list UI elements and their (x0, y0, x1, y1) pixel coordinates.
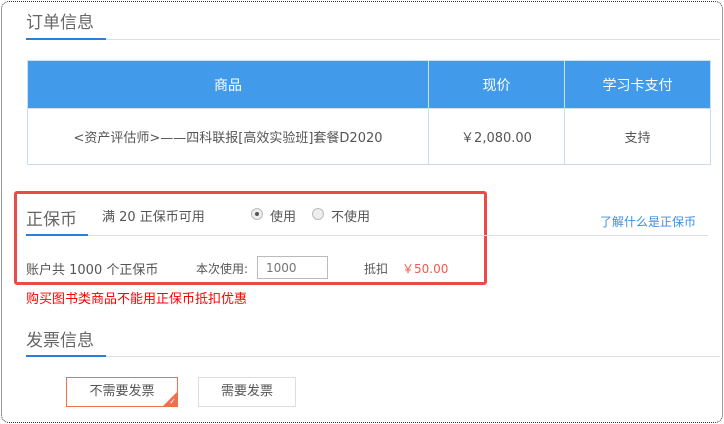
radio-not-use[interactable] (312, 208, 324, 220)
coin-condition: 满 20 正保币可用 (102, 210, 205, 225)
title-underline (26, 38, 106, 40)
radio-use[interactable] (251, 208, 263, 220)
radio-not-use-label[interactable]: 不使用 (331, 206, 370, 225)
product-name: <资产评估师>——四科联报[高效实验班]套餐D2020 (27, 108, 429, 165)
no-invoice-button[interactable]: 不需要发票 ✓ (66, 377, 178, 407)
divider (26, 356, 720, 357)
coin-warning: 购买图书类商品不能用正保币抵扣优惠 (26, 292, 248, 307)
coin-balance: 账户共 1000 个正保币 (26, 263, 159, 278)
title-underline (26, 355, 106, 357)
deduct-label: 抵扣 (364, 262, 389, 276)
order-section-title: 订单信息 (26, 13, 94, 33)
coin-amount-input[interactable] (257, 256, 328, 279)
column-header-price: 现价 (428, 60, 565, 109)
divider (26, 39, 720, 40)
table-row: <资产评估师>——四科联报[高效实验班]套餐D2020 ￥2,080.00 支持 (27, 108, 711, 165)
card-payment-support: 支持 (564, 108, 711, 165)
table-header-row: 商品 现价 学习卡支付 (27, 60, 711, 109)
no-invoice-label: 不需要发票 (89, 384, 155, 399)
use-amount-label: 本次使用: (196, 262, 249, 276)
need-invoice-button[interactable]: 需要发票 (198, 377, 296, 407)
coin-section-title: 正保币 (26, 210, 77, 230)
need-invoice-label: 需要发票 (220, 384, 273, 399)
check-icon: ✓ (169, 397, 176, 406)
order-table: 商品 现价 学习卡支付 <资产评估师>——四科联报[高效实验班]套餐D2020 … (27, 60, 711, 165)
divider (26, 235, 708, 236)
radio-use-label[interactable]: 使用 (270, 206, 296, 225)
title-underline (26, 234, 88, 236)
invoice-section-title: 发票信息 (26, 331, 94, 351)
coin-info-link[interactable]: 了解什么是正保币 (600, 213, 696, 230)
column-header-card-payment: 学习卡支付 (564, 60, 711, 109)
product-price: ￥2,080.00 (428, 108, 565, 165)
deduct-amount: ￥50.00 (402, 262, 449, 276)
column-header-product: 商品 (27, 60, 429, 109)
